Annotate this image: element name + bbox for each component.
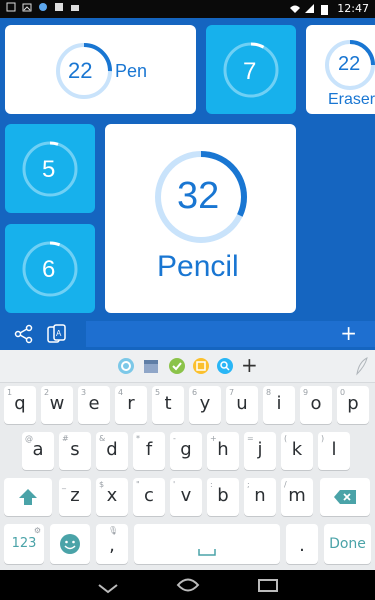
space-icon bbox=[198, 549, 216, 556]
space-key[interactable] bbox=[134, 524, 280, 564]
period-key[interactable]: . bbox=[286, 524, 318, 564]
done-key[interactable]: Done bbox=[324, 524, 371, 564]
notification-calendar-icon bbox=[6, 2, 16, 12]
key-i[interactable]: 8i bbox=[263, 386, 295, 424]
app-bottom-bar: A + bbox=[0, 318, 375, 350]
backspace-key[interactable] bbox=[320, 478, 370, 516]
tile-word: Pencil bbox=[157, 250, 239, 283]
key-g[interactable]: -g bbox=[170, 432, 202, 470]
key-s[interactable]: # s bbox=[59, 432, 91, 470]
suggestion-strip: + bbox=[0, 350, 375, 383]
key-u[interactable]: 7u bbox=[226, 386, 258, 424]
system-nav-bar bbox=[0, 570, 375, 600]
key-j[interactable]: = j bbox=[244, 432, 276, 470]
key-p[interactable]: 0p bbox=[337, 386, 369, 424]
symbols-key[interactable]: ⚙ 123 bbox=[4, 524, 44, 564]
key-n[interactable]: ; n bbox=[244, 478, 276, 516]
key-k[interactable]: (k bbox=[281, 432, 313, 470]
wifi-icon bbox=[289, 4, 301, 14]
key-x[interactable]: $ x bbox=[96, 478, 128, 516]
sticker-icon[interactable] bbox=[192, 357, 210, 379]
key-a[interactable]: @ a bbox=[22, 432, 54, 470]
search-icon[interactable] bbox=[216, 357, 234, 379]
feather-icon[interactable] bbox=[355, 356, 369, 380]
emoji-icon bbox=[60, 534, 80, 554]
back-icon[interactable] bbox=[97, 579, 119, 598]
notification-icons bbox=[6, 2, 80, 12]
tile-number: 22 bbox=[338, 53, 361, 75]
shift-arrow-icon bbox=[19, 489, 37, 505]
key-v[interactable]: ' v bbox=[170, 478, 202, 516]
key-t[interactable]: 5t bbox=[152, 386, 184, 424]
word-game-board: 22 Pen 7 22 Eraser 5 32 Pencil 6 bbox=[0, 18, 375, 318]
tile-pencil[interactable]: 32 Pencil bbox=[105, 124, 296, 313]
add-suggestion-button[interactable]: + bbox=[241, 353, 258, 377]
calendar-icon[interactable] bbox=[143, 358, 159, 378]
tile-five[interactable]: 5 bbox=[5, 124, 95, 213]
backspace-icon bbox=[334, 490, 356, 504]
signal-icon bbox=[305, 3, 315, 14]
comma-key[interactable]: 🎙 , bbox=[96, 524, 128, 564]
check-icon[interactable] bbox=[168, 357, 186, 379]
microphone-icon: 🎙 bbox=[108, 526, 119, 535]
clock-time: 12:47 bbox=[337, 2, 369, 15]
tile-word: Pen bbox=[115, 61, 148, 81]
add-button[interactable]: + bbox=[340, 321, 357, 345]
tile-seven[interactable]: 7 bbox=[206, 25, 296, 114]
key-h[interactable]: + h bbox=[207, 432, 239, 470]
key-d[interactable]: & d bbox=[96, 432, 128, 470]
key-b[interactable]: :b bbox=[207, 478, 239, 516]
soft-keyboard: + 1q 2w 3e 4r 5t 6y 7u 8i 9o 0p @ a # s & d… bbox=[0, 350, 375, 570]
status-bar: 12:47 bbox=[0, 0, 375, 18]
answer-input[interactable] bbox=[86, 321, 375, 347]
key-w[interactable]: 2w bbox=[41, 386, 73, 424]
tile-number: 7 bbox=[243, 58, 257, 85]
notification-bag-icon bbox=[70, 2, 80, 12]
notification-download-icon bbox=[54, 2, 64, 12]
key-c[interactable]: " c bbox=[133, 478, 165, 516]
shift-key[interactable] bbox=[4, 478, 52, 516]
tile-number: 22 bbox=[68, 58, 93, 83]
recents-icon[interactable] bbox=[257, 577, 279, 597]
cards-icon[interactable]: A bbox=[46, 323, 68, 349]
notification-shield-icon bbox=[38, 2, 48, 12]
tile-number: 5 bbox=[42, 156, 56, 183]
key-l[interactable]: ) l bbox=[318, 432, 350, 470]
tile-pen[interactable]: 22 Pen bbox=[5, 25, 196, 114]
emoji-key[interactable] bbox=[50, 524, 90, 564]
key-o[interactable]: 9o bbox=[300, 386, 332, 424]
tile-number: 32 bbox=[177, 175, 220, 217]
key-e[interactable]: 3e bbox=[78, 386, 110, 424]
tile-eraser[interactable]: 22 Eraser bbox=[306, 25, 375, 114]
key-m[interactable]: / m bbox=[281, 478, 313, 516]
tile-six[interactable]: 6 bbox=[5, 224, 95, 313]
key-f[interactable]: * f bbox=[133, 432, 165, 470]
svg-text:A: A bbox=[56, 329, 62, 338]
key-y[interactable]: 6y bbox=[189, 386, 221, 424]
tile-number: 6 bbox=[42, 256, 56, 283]
google-g-icon[interactable] bbox=[117, 357, 135, 379]
key-z[interactable]: _ z bbox=[59, 478, 91, 516]
key-r[interactable]: 4r bbox=[115, 386, 147, 424]
home-icon[interactable] bbox=[175, 577, 201, 597]
notification-image-icon bbox=[22, 2, 32, 12]
tile-word: Eraser bbox=[328, 91, 375, 108]
battery-icon bbox=[321, 4, 331, 15]
share-icon[interactable] bbox=[14, 324, 34, 348]
key-q[interactable]: 1q bbox=[4, 386, 36, 424]
